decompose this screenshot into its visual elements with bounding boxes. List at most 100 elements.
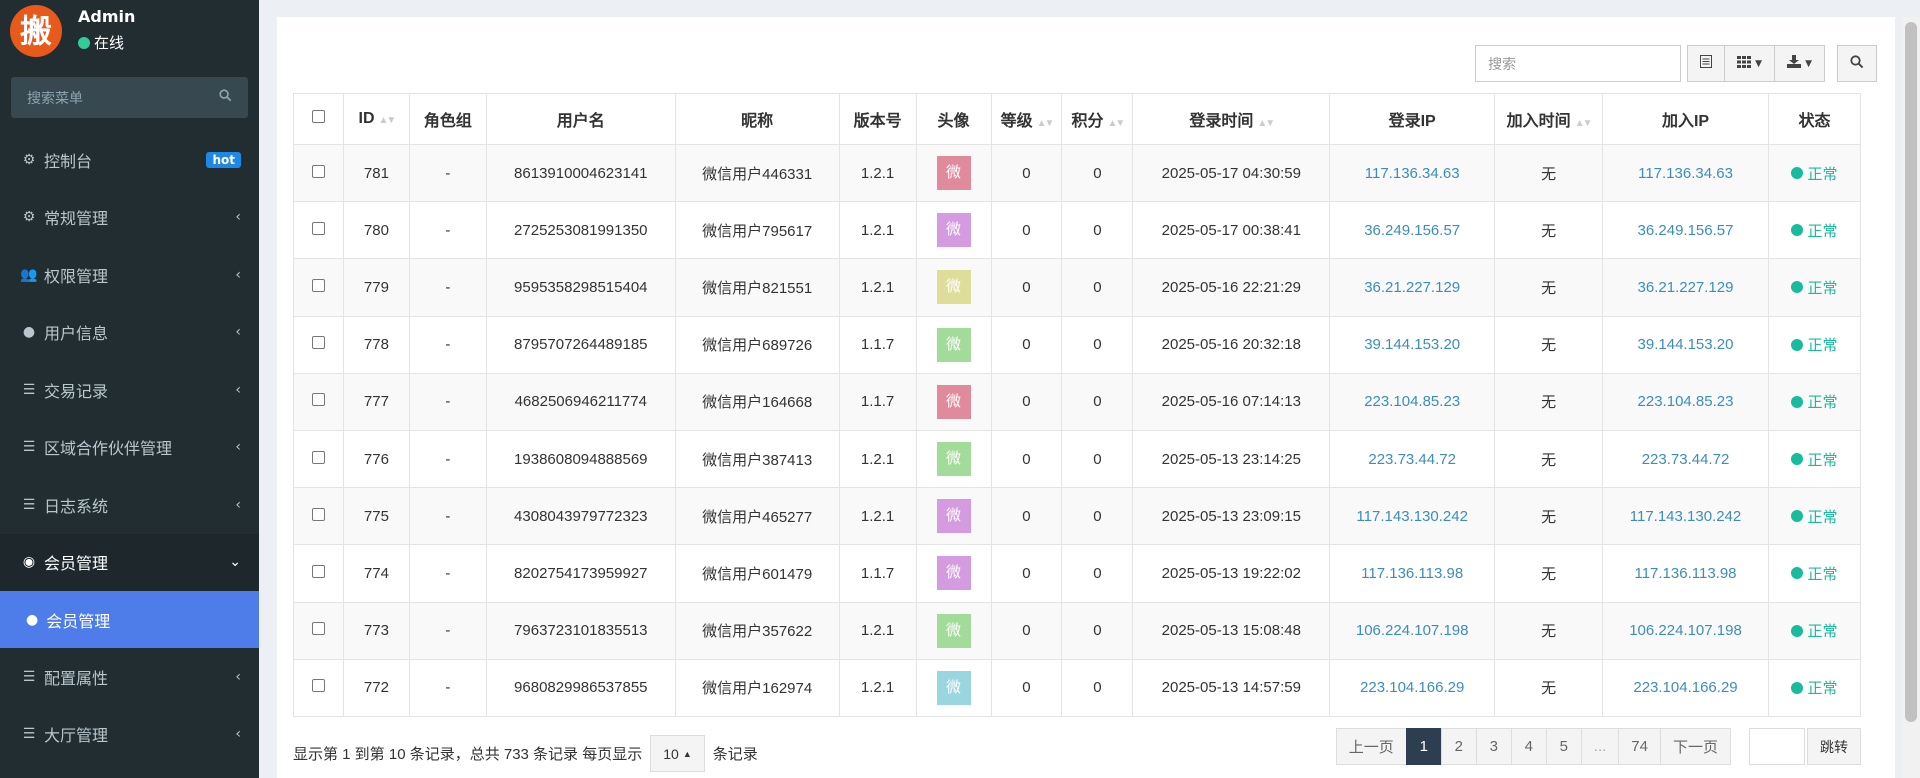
sidebar-item-7[interactable]: ◉ 会员管理 ⌄ xyxy=(0,533,259,591)
login-ip-link[interactable]: 39.144.153.20 xyxy=(1364,336,1460,353)
sidebar-item-2[interactable]: 👥 权限管理 ‹ xyxy=(0,246,259,304)
row-checkbox[interactable] xyxy=(311,164,325,178)
page-button[interactable]: 4 xyxy=(1510,728,1547,765)
row-select-cell[interactable] xyxy=(293,201,344,260)
login-ip-link[interactable]: 106.224.107.198 xyxy=(1356,622,1469,639)
row-checkbox[interactable] xyxy=(311,278,325,292)
table-row[interactable]: 774-8202754173959927 微信用户601479 1.1.7 微 0 0 20… xyxy=(293,544,1862,603)
table-row[interactable]: 777-4682506946211774 微信用户164668 1.1.7 微 0 0 20… xyxy=(293,372,1862,431)
page-size-select[interactable]: 10 ▲ xyxy=(650,735,705,772)
row-select-cell[interactable] xyxy=(293,658,344,717)
table-row[interactable]: 780-2725253081991350 微信用户795617 1.2.1 微 0 0 20… xyxy=(293,201,1862,260)
avatar-image[interactable]: 微 xyxy=(936,384,971,419)
join-ip-link[interactable]: 117.136.34.63 xyxy=(1638,165,1733,182)
page-button[interactable]: 74 xyxy=(1618,728,1661,765)
join-ip-link[interactable]: 39.144.153.20 xyxy=(1638,336,1734,353)
login-ip-link[interactable]: 117.143.130.242 xyxy=(1356,508,1468,525)
status-badge[interactable]: 正常 xyxy=(1791,506,1837,527)
join-ip-link[interactable]: 223.73.44.72 xyxy=(1642,451,1730,468)
table-row[interactable]: 775-4308043979772323 微信用户465277 1.2.1 微 0 0 20… xyxy=(293,487,1862,546)
table-row[interactable]: 779-9595358298515404 微信用户821551 1.2.1 微 0 0 20… xyxy=(293,258,1862,317)
table-row[interactable]: 778-8795707264489185 微信用户689726 1.1.7 微 0 0 20… xyxy=(293,315,1862,374)
avatar-image[interactable]: 微 xyxy=(936,156,971,191)
header-join-time[interactable]: 加入时间 ▲▼ xyxy=(1494,93,1604,145)
table-row[interactable]: 776-1938608094888569 微信用户387413 1.2.1 微 0 0 20… xyxy=(293,429,1862,489)
status-badge[interactable]: 正常 xyxy=(1791,334,1837,355)
status-badge[interactable]: 正常 xyxy=(1791,449,1837,470)
jump-page-input[interactable] xyxy=(1749,728,1805,765)
page-button[interactable]: 2 xyxy=(1440,728,1477,765)
columns-button[interactable]: ▼ xyxy=(1725,45,1776,82)
join-ip-link[interactable]: 117.143.130.242 xyxy=(1630,508,1742,525)
avatar-image[interactable]: 微 xyxy=(936,442,971,477)
status-badge[interactable]: 正常 xyxy=(1791,620,1837,641)
search-icon[interactable] xyxy=(219,89,232,106)
avatar-image[interactable]: 微 xyxy=(936,327,971,362)
table-row[interactable]: 781-8613910004623141 微信用户446331 1.2.1 微 0 0 20… xyxy=(293,143,1862,203)
row-checkbox[interactable] xyxy=(311,679,325,693)
row-checkbox[interactable] xyxy=(311,221,325,235)
row-checkbox[interactable] xyxy=(311,336,325,350)
sidebar-subitem-member-management[interactable]: ● 会员管理 xyxy=(0,591,259,648)
sidebar-item-10[interactable]: ☰ 大厅管理 ‹ xyxy=(0,706,259,764)
sidebar-item-9[interactable]: ☰ 配置属性 ‹ xyxy=(0,648,259,706)
login-ip-link[interactable]: 223.104.85.23 xyxy=(1364,393,1460,410)
join-ip-link[interactable]: 36.249.156.57 xyxy=(1638,222,1734,239)
select-all-cell[interactable] xyxy=(293,93,344,145)
status-badge[interactable]: 正常 xyxy=(1791,563,1837,584)
toggle-view-button[interactable] xyxy=(1687,45,1726,82)
sidebar-item-3[interactable]: ● 用户信息 ‹ xyxy=(0,304,259,362)
row-checkbox[interactable] xyxy=(311,450,325,464)
row-select-cell[interactable] xyxy=(293,544,344,603)
table-row[interactable]: 772-9680829986537855 微信用户162974 1.2.1 微 0 0 20… xyxy=(293,658,1862,717)
sidebar-item-0[interactable]: ⚙ 控制台 hot xyxy=(0,131,259,189)
join-ip-link[interactable]: 223.104.166.29 xyxy=(1633,679,1737,696)
status-badge[interactable]: 正常 xyxy=(1791,391,1837,412)
status-badge[interactable]: 正常 xyxy=(1791,163,1837,184)
login-ip-link[interactable]: 223.104.166.29 xyxy=(1360,679,1464,696)
row-select-cell[interactable] xyxy=(293,487,344,546)
avatar-image[interactable]: 微 xyxy=(936,499,971,534)
page-button[interactable]: 1 xyxy=(1405,728,1442,765)
header-level[interactable]: 等级 ▲▼ xyxy=(990,93,1063,145)
table-row[interactable]: 773-7963723101835513 微信用户357622 1.2.1 微 0 0 20… xyxy=(293,601,1862,660)
jump-button[interactable]: 跳转 xyxy=(1807,728,1861,765)
status-badge[interactable]: 正常 xyxy=(1791,677,1837,698)
header-score[interactable]: 积分 ▲▼ xyxy=(1061,93,1134,145)
export-button[interactable]: ▼ xyxy=(1775,45,1825,82)
row-select-cell[interactable] xyxy=(293,372,344,431)
avatar-image[interactable]: 微 xyxy=(936,270,971,305)
row-select-cell[interactable] xyxy=(293,258,344,317)
join-ip-link[interactable]: 117.136.113.98 xyxy=(1634,565,1736,582)
select-all-checkbox[interactable] xyxy=(311,110,325,123)
page-button[interactable]: 5 xyxy=(1545,728,1582,765)
header-login-time[interactable]: 登录时间 ▲▼ xyxy=(1132,93,1331,145)
scrollbar-thumb[interactable] xyxy=(1905,22,1917,722)
row-select-cell[interactable] xyxy=(293,143,344,203)
login-ip-link[interactable]: 117.136.34.63 xyxy=(1365,165,1460,182)
row-checkbox[interactable] xyxy=(311,393,325,407)
header-id[interactable]: ID ▲▼ xyxy=(342,93,410,145)
login-ip-link[interactable]: 223.73.44.72 xyxy=(1368,451,1456,468)
sidebar-item-4[interactable]: ☰ 交易记录 ‹ xyxy=(0,361,259,419)
login-ip-link[interactable]: 36.21.227.129 xyxy=(1364,279,1460,296)
page-scrollbar[interactable] xyxy=(1902,17,1920,778)
row-select-cell[interactable] xyxy=(293,601,344,660)
sidebar-item-6[interactable]: ☰ 日志系统 ‹ xyxy=(0,476,259,534)
avatar-image[interactable]: 微 xyxy=(936,556,971,591)
row-checkbox[interactable] xyxy=(311,507,325,521)
sidebar-item-5[interactable]: ☰ 区域合作伙伴管理 ‹ xyxy=(0,419,259,477)
prev-page-button[interactable]: 上一页 xyxy=(1335,728,1407,765)
table-search-input[interactable] xyxy=(1475,45,1682,82)
row-checkbox[interactable] xyxy=(311,622,325,636)
row-select-cell[interactable] xyxy=(293,429,344,489)
login-ip-link[interactable]: 117.136.113.98 xyxy=(1361,565,1463,582)
row-checkbox[interactable] xyxy=(311,564,325,578)
next-page-button[interactable]: 下一页 xyxy=(1659,728,1731,765)
sidebar-item-1[interactable]: ⚙ 常规管理 ‹ xyxy=(0,189,259,247)
join-ip-link[interactable]: 36.21.227.129 xyxy=(1638,279,1734,296)
menu-search-input[interactable]: 搜索菜单 xyxy=(11,77,248,118)
join-ip-link[interactable]: 223.104.85.23 xyxy=(1638,393,1734,410)
row-select-cell[interactable] xyxy=(293,315,344,374)
avatar-image[interactable]: 微 xyxy=(936,613,971,648)
